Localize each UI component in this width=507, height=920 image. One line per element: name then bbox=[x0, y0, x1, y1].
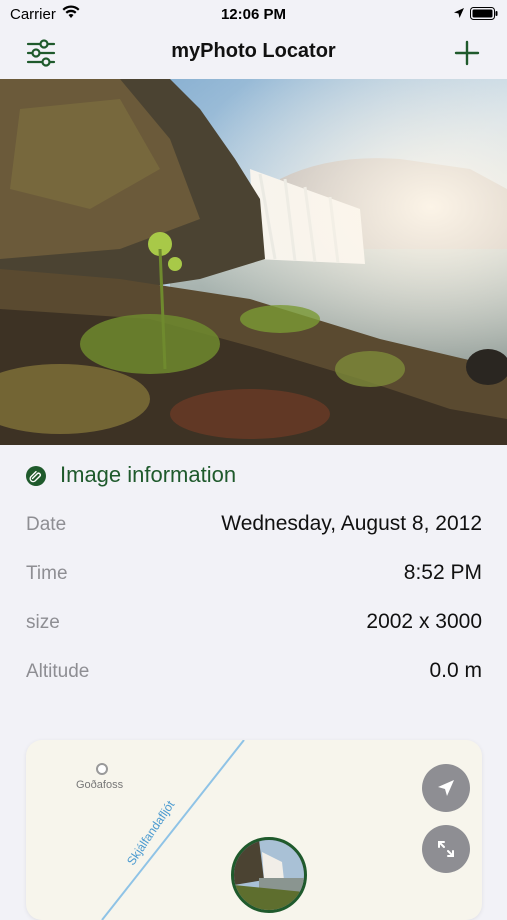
info-row-value: 0.0 m bbox=[429, 659, 482, 682]
location-arrow-icon bbox=[453, 6, 465, 23]
nav-bar: myPhoto Locator bbox=[0, 28, 507, 78]
poi-marker-icon[interactable] bbox=[96, 763, 108, 775]
expand-icon bbox=[438, 841, 454, 857]
poi-label: Goðafoss bbox=[76, 779, 124, 791]
page-title: myPhoto Locator bbox=[171, 40, 336, 62]
expand-map-button[interactable] bbox=[422, 825, 470, 873]
add-photo-button[interactable] bbox=[449, 36, 485, 70]
waterfall-photo[interactable] bbox=[0, 79, 507, 445]
info-row-time: Time 8:52 PM bbox=[26, 559, 482, 589]
image-info-title: Image information bbox=[60, 462, 237, 487]
info-row-label: Date bbox=[26, 514, 67, 535]
info-row-size: size 2002 x 3000 bbox=[26, 608, 482, 638]
info-row-label: Time bbox=[26, 563, 68, 584]
info-row-value: 8:52 PM bbox=[403, 561, 482, 584]
info-row-value: Wednesday, August 8, 2012 bbox=[221, 512, 482, 535]
locate-me-button[interactable] bbox=[422, 764, 470, 812]
info-row-date: Date Wednesday, August 8, 2012 bbox=[26, 510, 482, 540]
plus-icon bbox=[454, 40, 480, 66]
info-row-label: Altitude bbox=[26, 661, 90, 682]
battery-icon bbox=[470, 7, 498, 24]
info-row-value: 2002 x 3000 bbox=[366, 610, 482, 633]
photo-location-pin[interactable] bbox=[231, 837, 307, 913]
status-bar: Carrier 12:06 PM bbox=[0, 0, 507, 28]
location-arrow-icon bbox=[438, 780, 454, 796]
map-view[interactable]: Goðafoss Skjálfandafljót bbox=[26, 740, 482, 920]
info-row-label: size bbox=[26, 612, 60, 633]
info-row-altitude: Altitude 0.0 m bbox=[26, 657, 482, 687]
clock: 12:06 PM bbox=[220, 6, 287, 23]
paperclip-badge-icon bbox=[26, 466, 46, 486]
